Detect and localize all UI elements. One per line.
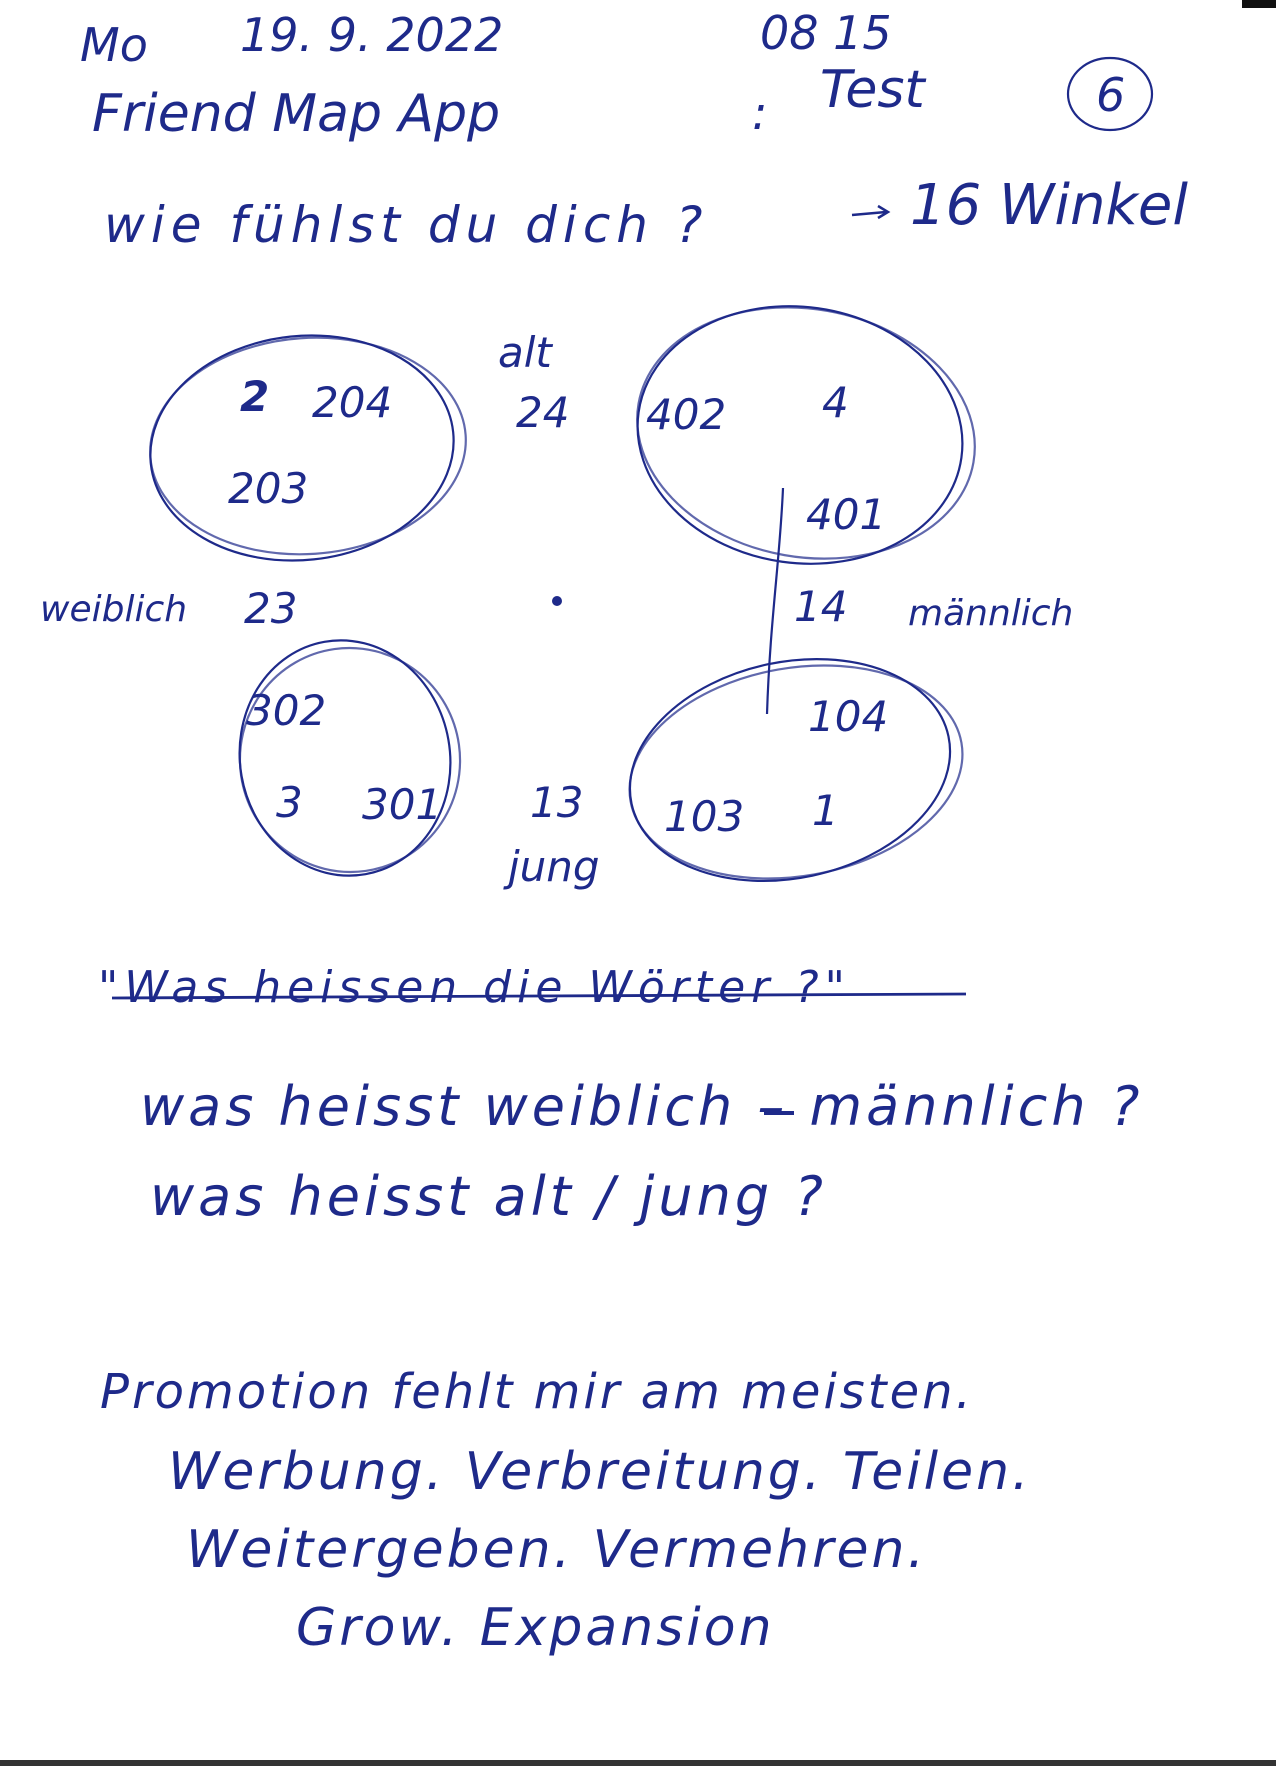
app-name: Friend Map App bbox=[92, 84, 501, 144]
cluster-outline-bottom-left bbox=[238, 639, 452, 877]
cluster-outline-bottom-right bbox=[628, 658, 952, 882]
axis-label-right: männlich bbox=[908, 593, 1074, 634]
axis-label-left: weiblich bbox=[40, 589, 188, 630]
note-line-2: Werbung. Verbreitung. Teilen. bbox=[168, 1442, 1032, 1502]
tr-value-b: 401 bbox=[806, 490, 887, 539]
axis-label-bottom: jung bbox=[508, 842, 600, 891]
tl-mark: 2 bbox=[240, 372, 270, 421]
connector-line bbox=[765, 487, 785, 715]
note-line-1: Promotion fehlt mir am meisten. bbox=[100, 1364, 974, 1420]
question-text: wie fühlst du dich ? bbox=[104, 196, 709, 254]
br-value-a: 104 bbox=[808, 692, 889, 741]
axis-value-bottom: 13 bbox=[530, 778, 584, 827]
axis-value-left: 23 bbox=[244, 584, 298, 633]
header-time: 08 15 bbox=[760, 6, 892, 60]
question-line-1: was heisst weiblich – männlich ? bbox=[140, 1075, 1144, 1138]
header-separator: : bbox=[752, 86, 768, 140]
note-line-3: Weitergeben. Vermehren. bbox=[186, 1520, 927, 1580]
question-line-2: was heisst alt / jung ? bbox=[150, 1165, 827, 1228]
br-value-b: 103 bbox=[664, 792, 745, 841]
bl-value-a: 302 bbox=[246, 686, 327, 735]
page-bottom-edge bbox=[0, 1760, 1276, 1766]
axis-label-top: alt bbox=[498, 328, 552, 377]
map-center-dot bbox=[552, 596, 562, 606]
cluster-outline-top-left bbox=[149, 334, 455, 562]
test-label: Test bbox=[820, 60, 925, 120]
tl-value-a: 204 bbox=[312, 378, 393, 427]
tl-value-b: 203 bbox=[228, 464, 309, 513]
bl-mark: 3 bbox=[276, 778, 303, 827]
question-answer: 16 Winkel bbox=[910, 173, 1188, 238]
page-number: 6 bbox=[1096, 68, 1126, 122]
struck-question: "Was heissen die Wörter ?" bbox=[98, 962, 851, 1013]
bl-value-b: 301 bbox=[362, 780, 443, 829]
tr-mark: 4 bbox=[822, 378, 849, 427]
axis-value-top: 24 bbox=[516, 388, 570, 437]
tr-value-a: 402 bbox=[646, 390, 727, 439]
header-date: 19. 9. 2022 bbox=[240, 8, 504, 62]
axis-value-right: 14 bbox=[794, 582, 848, 631]
header-day: Mo bbox=[80, 18, 148, 72]
page-edge-mark bbox=[1242, 0, 1276, 8]
note-line-4: Grow. Expansion bbox=[296, 1598, 775, 1658]
br-mark: 1 bbox=[812, 786, 839, 835]
